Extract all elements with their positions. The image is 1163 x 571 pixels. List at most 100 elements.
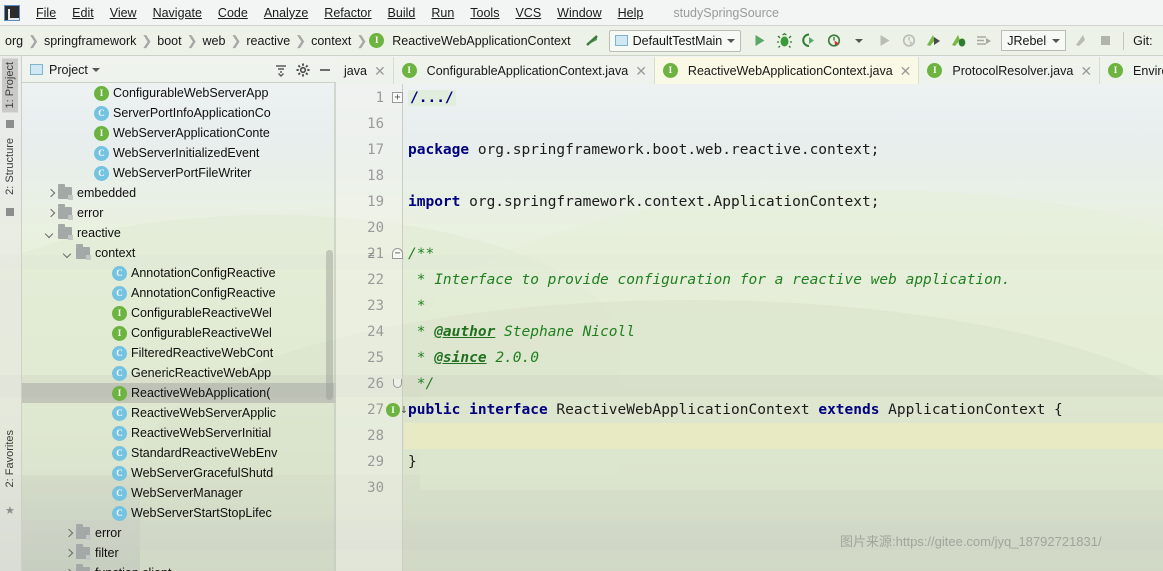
- tree-node[interactable]: ServerPortInfoApplicationCo: [22, 103, 336, 123]
- menu-view[interactable]: View: [102, 3, 145, 23]
- code-line[interactable]: 25 * @since 2.0.0: [336, 345, 1163, 371]
- run-configuration-selector[interactable]: DefaultTestMain: [608, 29, 742, 52]
- menu-refactor[interactable]: Refactor: [316, 3, 379, 23]
- tree-node[interactable]: context: [22, 243, 336, 263]
- menu-window[interactable]: Window: [549, 3, 609, 23]
- tree-node[interactable]: WebServerGracefulShutd: [22, 463, 336, 483]
- breadcrumb-item-context[interactable]: context: [308, 32, 354, 50]
- fold-collapse-icon[interactable]: −: [392, 248, 403, 259]
- tab-reactive-web-application-context[interactable]: ReactiveWebApplicationContext.java ✕: [654, 57, 920, 84]
- menu-code[interactable]: Code: [210, 3, 256, 23]
- tab-protocol-resolver[interactable]: ProtocolResolver.java ✕: [919, 57, 1101, 84]
- tab-environment[interactable]: Environmen: [1100, 57, 1163, 84]
- code-line[interactable]: 17 package org.springframework.boot.web.r…: [336, 137, 1163, 163]
- implemented-by-icon[interactable]: [386, 403, 400, 417]
- jrebel-debug-icon[interactable]: [948, 30, 970, 52]
- debug-icon[interactable]: [773, 30, 795, 52]
- run-coverage-icon[interactable]: [798, 30, 820, 52]
- menu-edit[interactable]: Edit: [64, 3, 102, 23]
- chevron-right-icon[interactable]: [62, 527, 75, 540]
- tab-java[interactable]: java ✕: [336, 57, 394, 84]
- chevron-right-icon[interactable]: [44, 207, 57, 220]
- project-tree[interactable]: ConfigurableWebServerApp ServerPortInfoAp…: [22, 83, 336, 571]
- sidebar-item-favorites[interactable]: 2: Favorites: [2, 426, 18, 491]
- run-icon[interactable]: [748, 30, 770, 52]
- tree-node[interactable]: WebServerPortFileWriter: [22, 163, 336, 183]
- close-icon[interactable]: ✕: [900, 64, 912, 78]
- code-line[interactable]: 1 + /.../: [336, 85, 1163, 111]
- code-line[interactable]: 27 ↓public interface ReactiveWebApplicati…: [336, 397, 1163, 423]
- tree-node[interactable]: ReactiveWebApplication(: [22, 383, 336, 403]
- tree-node[interactable]: AnnotationConfigReactive: [22, 263, 336, 283]
- breadcrumb-item-class[interactable]: ReactiveWebApplicationContext: [389, 32, 573, 50]
- fold-expand-icon[interactable]: +: [392, 92, 403, 103]
- navigate-up-icon[interactable]: [584, 32, 601, 49]
- tree-node[interactable]: ReactiveWebServerApplic: [22, 403, 336, 423]
- code-line[interactable]: 16: [336, 111, 1163, 137]
- tree-node[interactable]: WebServerInitializedEvent: [22, 143, 336, 163]
- close-icon[interactable]: ✕: [374, 64, 386, 78]
- project-tree-scrollbar[interactable]: [326, 250, 333, 400]
- hide-panel-icon[interactable]: [314, 59, 336, 81]
- chevron-right-icon[interactable]: [62, 547, 75, 560]
- close-icon[interactable]: ✕: [1080, 64, 1092, 78]
- code-line[interactable]: 22 * Interface to provide configuration …: [336, 267, 1163, 293]
- code-line[interactable]: 29}: [336, 449, 1163, 475]
- tree-node[interactable]: ReactiveWebServerInitial: [22, 423, 336, 443]
- sidebar-item-project[interactable]: 1: Project: [2, 58, 18, 113]
- tree-node[interactable]: WebServerManager: [22, 483, 336, 503]
- chevron-down-icon[interactable]: [91, 67, 100, 72]
- override-arrow-icon[interactable]: ↓: [400, 403, 408, 417]
- tree-node[interactable]: ConfigurableReactiveWel: [22, 303, 336, 323]
- breadcrumb-item-springframework[interactable]: springframework: [41, 32, 139, 50]
- tree-node[interactable]: reactive: [22, 223, 336, 243]
- gear-icon[interactable]: [292, 59, 314, 81]
- tree-node[interactable]: FilteredReactiveWebCont: [22, 343, 336, 363]
- chevron-right-icon[interactable]: [62, 567, 75, 571]
- tree-node[interactable]: function.client: [22, 563, 336, 571]
- tree-node[interactable]: embedded: [22, 183, 336, 203]
- tree-node[interactable]: filter: [22, 543, 336, 563]
- breadcrumb-item-reactive[interactable]: reactive: [243, 32, 293, 50]
- menu-file[interactable]: File: [28, 3, 64, 23]
- sidebar-item-structure[interactable]: 2: Structure: [2, 134, 18, 199]
- tree-node[interactable]: StandardReactiveWebEnᴠ: [22, 443, 336, 463]
- menu-tools[interactable]: Tools: [462, 3, 507, 23]
- tree-node[interactable]: WebServerApplicationConte: [22, 123, 336, 143]
- code-line[interactable]: 19 import org.springframework.context.App…: [336, 189, 1163, 215]
- code-line[interactable]: 23 *: [336, 293, 1163, 319]
- code-line[interactable]: 18: [336, 163, 1163, 189]
- code-line[interactable]: 26 */: [336, 371, 1163, 397]
- tree-node[interactable]: error: [22, 523, 336, 543]
- code-line[interactable]: 30: [336, 475, 1163, 501]
- chevron-right-icon[interactable]: [44, 187, 57, 200]
- menu-run[interactable]: Run: [423, 3, 462, 23]
- tree-node[interactable]: ConfigurableReactiveWel: [22, 323, 336, 343]
- code-line[interactable]: 20: [336, 215, 1163, 241]
- chevron-down-icon[interactable]: [44, 227, 57, 240]
- jrebel-selector[interactable]: JRebel: [1001, 30, 1067, 51]
- close-icon[interactable]: ✕: [635, 64, 647, 78]
- menu-build[interactable]: Build: [380, 3, 424, 23]
- code-editor[interactable]: 1 + /.../ 16 17 package org.springframework.b…: [336, 84, 1163, 571]
- code-line[interactable]: 21 ≡ −/**: [336, 241, 1163, 267]
- code-line[interactable]: 24 * @author Stephane Nicoll: [336, 319, 1163, 345]
- tree-node[interactable]: ConfigurableWebServerApp: [22, 83, 336, 103]
- run-options-caret[interactable]: [848, 30, 870, 52]
- menu-vcs[interactable]: VCS: [507, 3, 549, 23]
- tab-configurable-application-context[interactable]: ConfigurableApplicationContext.java ✕: [394, 57, 655, 84]
- breadcrumb-item-boot[interactable]: boot: [154, 32, 184, 50]
- tree-node[interactable]: error: [22, 203, 336, 223]
- fold-region-end-icon[interactable]: [393, 379, 402, 388]
- code-line[interactable]: 28: [336, 423, 1163, 449]
- menu-navigate[interactable]: Navigate: [145, 3, 210, 23]
- breadcrumb-item-org[interactable]: org: [2, 32, 26, 50]
- tree-node[interactable]: AnnotationConfigReactive: [22, 283, 336, 303]
- menu-analyze[interactable]: Analyze: [256, 3, 316, 23]
- chevron-down-icon[interactable]: [62, 247, 75, 260]
- collapse-all-icon[interactable]: [270, 59, 292, 81]
- jrebel-run-icon[interactable]: [923, 30, 945, 52]
- menu-help[interactable]: Help: [610, 3, 652, 23]
- profile-icon[interactable]: [823, 30, 845, 52]
- tree-node[interactable]: WebServerStartStopLifec: [22, 503, 336, 523]
